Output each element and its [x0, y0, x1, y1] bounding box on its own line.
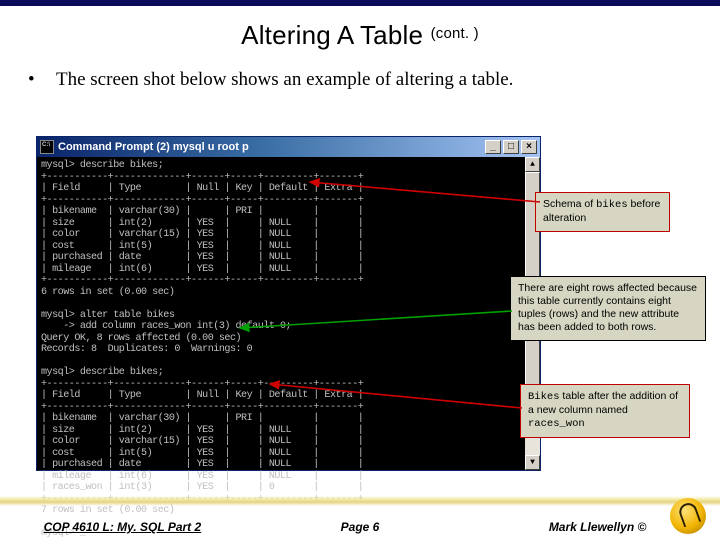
slide-footer: COP 4610 L: My. SQL Part 2 Page 6 Mark L…: [0, 506, 720, 540]
footer-separator: [0, 496, 720, 506]
command-prompt-window: Command Prompt (2) mysql u root p _ □ × …: [36, 136, 541, 471]
ucf-logo-icon: [670, 498, 706, 534]
close-button[interactable]: ×: [521, 140, 537, 154]
terminal-output: mysql> describe bikes; +-----------+----…: [37, 157, 540, 470]
minimize-button[interactable]: _: [485, 140, 501, 154]
title-main: Altering A Table: [241, 20, 423, 50]
bullet-marker: •: [28, 69, 56, 91]
footer-left: COP 4610 L: My. SQL Part 2: [0, 520, 245, 534]
callout-schema-before: Schema of bikes before alteration: [535, 192, 670, 232]
callout-schema-after: Bikes table after the addition of a new …: [520, 384, 690, 438]
title-cont: (cont. ): [431, 25, 479, 42]
bullet-row: •The screen shot below shows an example …: [28, 69, 692, 91]
footer-page: Page 6: [245, 520, 475, 534]
cmd-icon: [40, 140, 54, 154]
screenshot-wrap: Command Prompt (2) mysql u root p _ □ × …: [36, 136, 546, 476]
maximize-button[interactable]: □: [503, 140, 519, 154]
window-title: Command Prompt (2) mysql u root p: [58, 141, 249, 153]
callout-rows-affected: There are eight rows affected because th…: [510, 276, 706, 341]
scroll-up-arrow[interactable]: ▲: [525, 157, 540, 172]
window-titlebar: Command Prompt (2) mysql u root p _ □ ×: [37, 137, 540, 157]
bullet-text: The screen shot below shows an example o…: [56, 69, 513, 90]
slide-title: Altering A Table (cont. ): [0, 20, 720, 51]
scroll-down-arrow[interactable]: ▼: [525, 455, 540, 470]
